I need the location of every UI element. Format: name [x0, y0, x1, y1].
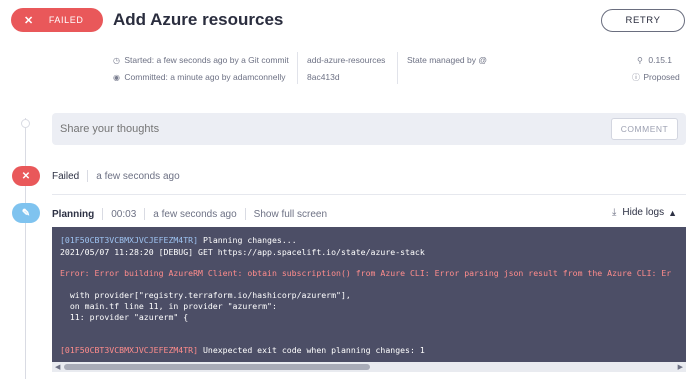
download-icon[interactable]: ⤓ [612, 207, 616, 218]
scrollbar-thumb[interactable] [64, 364, 370, 370]
timeline-dot [21, 119, 30, 128]
planning-time: a few seconds ago [153, 208, 237, 220]
log-line: on main.tf line 11, in provider "azurerm… [60, 301, 277, 311]
failed-label: Failed [52, 170, 80, 182]
log-line: 11: provider "azurerm" { [60, 312, 189, 322]
planning-label: Planning [52, 208, 95, 220]
divider [397, 52, 398, 84]
divider [102, 208, 104, 220]
log-line: [01F50CBT3VCBMXJVCJEFEZM4TR] Planning ch… [60, 235, 297, 245]
pencil-icon: ✎ [21, 207, 31, 219]
info-icon: ⓘ [632, 73, 640, 82]
chevron-up-icon: ▲ [668, 207, 678, 218]
comment-input[interactable] [60, 113, 600, 145]
state-managed-text: State managed by @ [407, 55, 487, 65]
clock-icon: ◷ [113, 56, 120, 65]
version-info: ⚲ 0.15.1 [637, 55, 672, 65]
log-line: [01F50CBT3VCBMXJVCJEFEZM4TR] Unexpected … [60, 345, 425, 355]
scroll-left-icon[interactable]: ◀ [55, 363, 60, 371]
retry-button[interactable]: RETRY [601, 9, 685, 32]
log-line: Error: Error building AzureRM Client: ob… [60, 268, 672, 278]
commit-hash-link[interactable]: 8ac413d [307, 72, 340, 82]
planning-duration: 00:03 [111, 208, 137, 220]
proposed-info: ⓘ Proposed [632, 72, 680, 83]
failed-state-icon: ✕ [12, 166, 40, 186]
status-label: FAILED [48, 15, 84, 25]
proposed-text: Proposed [643, 72, 680, 82]
close-icon: ✕ [24, 14, 34, 27]
log-line: with provider["registry.terraform.io/has… [60, 290, 351, 300]
started-text: Started: a few seconds ago by a Git comm… [124, 55, 289, 65]
timeline-line [25, 118, 26, 379]
planning-state-icon: ✎ [12, 203, 40, 223]
committed-info: ◉ Committed: a minute ago by adamconnell… [113, 72, 286, 82]
horizontal-scrollbar[interactable]: ◀ ▶ [52, 362, 686, 372]
hide-logs-label: Hide logs [622, 207, 665, 218]
planning-row: Planning 00:03 a few seconds ago Show fu… [52, 208, 327, 220]
status-badge: ✕ FAILED [11, 8, 103, 32]
log-panel: [01F50CBT3VCBMXJVCJEFEZM4TR] Planning ch… [52, 227, 686, 372]
committed-text: Committed: a minute ago by adamconnelly [124, 72, 286, 82]
show-full-screen-link[interactable]: Show full screen [254, 209, 327, 220]
divider [297, 52, 298, 84]
version-text: 0.15.1 [648, 55, 673, 65]
divider [244, 208, 246, 220]
scroll-right-icon[interactable]: ▶ [678, 363, 683, 371]
branch-link[interactable]: add-azure-resources [307, 55, 385, 65]
page-title: Add Azure resources [113, 10, 284, 29]
failed-time: a few seconds ago [96, 170, 180, 182]
divider [52, 194, 686, 195]
failed-row: Failed a few seconds ago [52, 170, 180, 182]
started-info: ◷ Started: a few seconds ago by a Git co… [113, 55, 289, 65]
commit-icon: ◉ [113, 73, 120, 82]
close-icon: ✕ [21, 170, 31, 182]
log-line: 2021/05/07 11:28:20 [DEBUG] GET https://… [60, 247, 425, 257]
comment-box: COMMENT [52, 113, 686, 145]
divider [144, 208, 146, 220]
hide-logs-button[interactable]: ⤓ Hide logs ▲ [612, 207, 677, 218]
comment-button[interactable]: COMMENT [611, 118, 678, 140]
version-icon: ⚲ [637, 56, 643, 65]
divider [87, 170, 89, 182]
